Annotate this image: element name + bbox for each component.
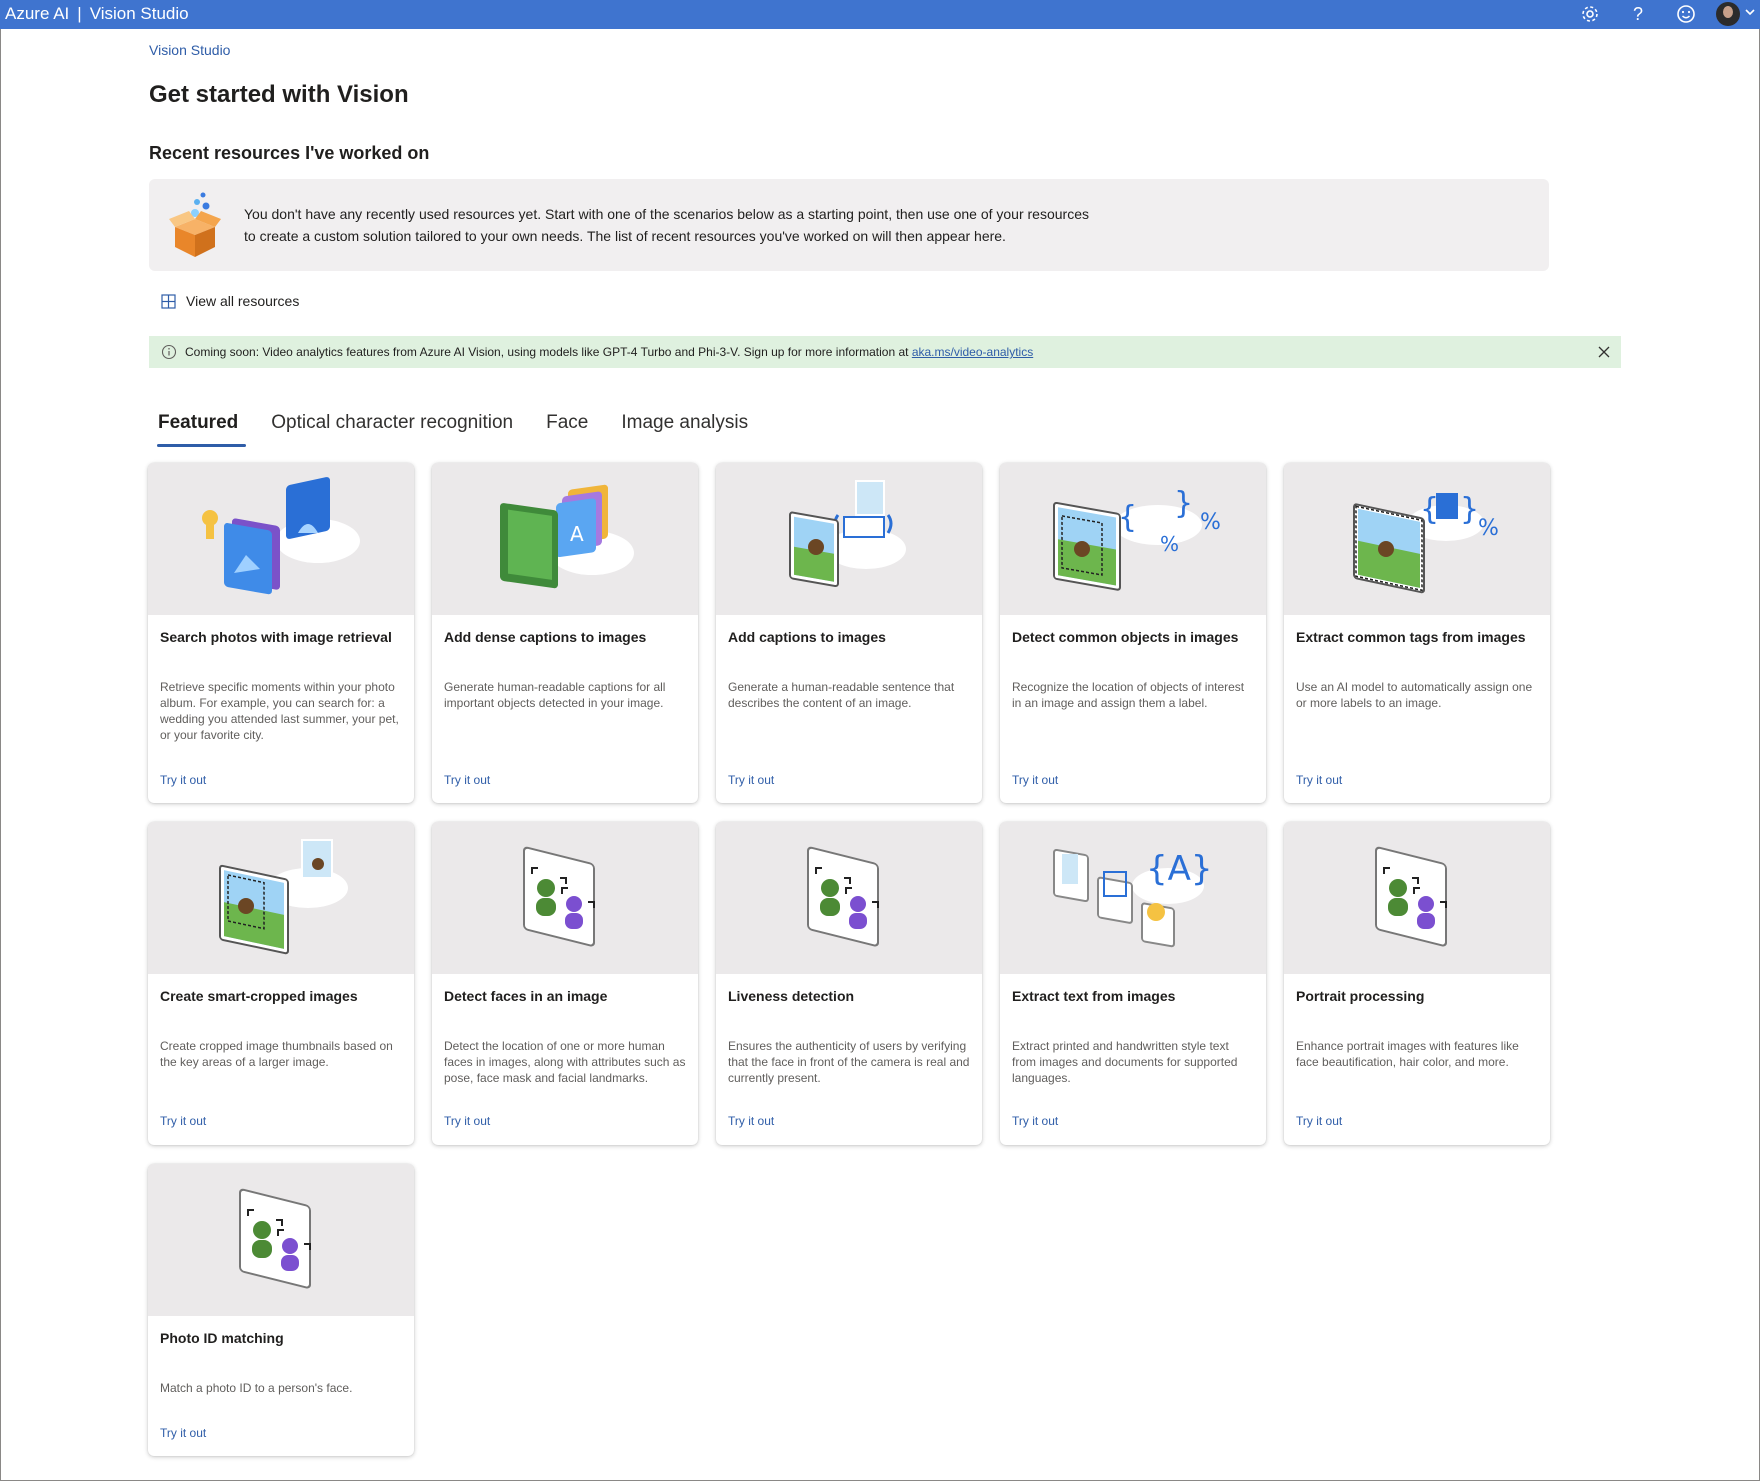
try-it-out-link[interactable]: Try it out	[160, 1426, 206, 1440]
svg-text:%: %	[1160, 532, 1179, 556]
info-icon	[161, 344, 177, 360]
feedback-smiley-icon[interactable]	[1675, 3, 1697, 25]
tab-image-analysis[interactable]: Image analysis	[612, 407, 758, 447]
image-retrieval-illustration	[148, 463, 414, 615]
card-description: Enhance portrait images with features li…	[1296, 1039, 1519, 1069]
try-it-out-link[interactable]: Try it out	[160, 773, 206, 787]
svg-text:%: %	[1200, 510, 1221, 535]
card-description: Retrieve specific moments within your ph…	[160, 680, 399, 742]
gear-icon[interactable]	[1579, 3, 1601, 25]
card-title: Detect common objects in images	[1012, 629, 1239, 645]
card-title: Create smart-cropped images	[160, 988, 358, 1004]
card-extract-text[interactable]: {A} Extract text from images Extract pri…	[1000, 822, 1266, 1145]
card-detect-objects[interactable]: { } % % Detect common objects in images …	[1000, 463, 1266, 803]
card-title: Search photos with image retrieval	[160, 629, 392, 645]
card-portrait-processing[interactable]: Portrait processing Enhance portrait ima…	[1284, 822, 1550, 1145]
card-title: Add dense captions to images	[444, 629, 647, 645]
card-description: Extract printed and handwritten style te…	[1012, 1039, 1238, 1085]
try-it-out-link[interactable]: Try it out	[1296, 1114, 1342, 1128]
tag-extraction-illustration: { } %	[1284, 463, 1550, 615]
try-it-out-link[interactable]: Try it out	[444, 1114, 490, 1128]
view-all-resources-label: View all resources	[186, 293, 300, 309]
banner-text: Coming soon: Video analytics features fr…	[185, 345, 1033, 359]
card-smart-crop[interactable]: Create smart-cropped images Create cropp…	[148, 822, 414, 1145]
card-description: Generate human-readable captions for all…	[444, 680, 666, 710]
card-search-photos[interactable]: Search photos with image retrieval Retri…	[148, 463, 414, 803]
brand-name: Azure AI	[5, 4, 70, 23]
page-title: Get started with Vision	[149, 81, 409, 108]
card-description: Detect the location of one or more human…	[444, 1039, 686, 1085]
card-description: Use an AI model to automatically assign …	[1296, 680, 1533, 710]
app-brand[interactable]: Azure AI | Vision Studio	[5, 4, 189, 24]
card-dense-captions[interactable]: A Add dense captions to images Generate …	[432, 463, 698, 803]
svg-text:%: %	[1478, 516, 1499, 541]
recent-empty-message: You don't have any recently used resourc…	[244, 203, 1124, 247]
card-description: Match a photo ID to a person's face.	[160, 1381, 353, 1395]
recent-resources-empty-state: You don't have any recently used resourc…	[149, 179, 1549, 271]
card-title: Liveness detection	[728, 988, 855, 1004]
coming-soon-banner: Coming soon: Video analytics features fr…	[149, 336, 1621, 368]
svg-text:{A}: {A}	[1146, 849, 1213, 889]
recent-empty-message-line-2: to create a custom solution tailored to …	[244, 228, 1006, 244]
banner-message: Coming soon: Video analytics features fr…	[185, 345, 912, 359]
smart-crop-illustration	[148, 822, 414, 974]
dense-captions-illustration: A	[432, 463, 698, 615]
tab-optical-character-recognition[interactable]: Optical character recognition	[262, 407, 523, 447]
captions-illustration	[716, 463, 982, 615]
card-description: Ensures the authenticity of users by ver…	[728, 1039, 970, 1085]
chevron-down-icon[interactable]	[1743, 5, 1757, 19]
svg-text:}: }	[1460, 492, 1479, 527]
card-description: Generate a human-readable sentence that …	[728, 680, 955, 710]
breadcrumb[interactable]: Vision Studio	[149, 42, 230, 58]
card-description: Recognize the location of objects of int…	[1012, 680, 1245, 710]
card-title: Extract common tags from images	[1296, 629, 1526, 645]
liveness-illustration	[716, 822, 982, 974]
card-title: Portrait processing	[1296, 988, 1425, 1004]
card-add-captions[interactable]: Add captions to images Generate a human-…	[716, 463, 982, 803]
open-box-icon	[169, 192, 221, 257]
card-photo-id-matching[interactable]: Photo ID matching Match a photo ID to a …	[148, 1164, 414, 1456]
svg-text:A: A	[570, 522, 584, 546]
card-title: Extract text from images	[1012, 988, 1176, 1004]
photo-id-illustration	[148, 1164, 414, 1316]
view-all-resources-link[interactable]: View all resources	[161, 293, 299, 309]
card-liveness-detection[interactable]: Liveness detection Ensures the authentic…	[716, 822, 982, 1145]
object-detection-illustration: { } % %	[1000, 463, 1266, 615]
portrait-illustration	[1284, 822, 1550, 974]
card-extract-tags[interactable]: { } % Extract common tags from images Us…	[1284, 463, 1550, 803]
card-description: Create cropped image thumbnails based on…	[160, 1039, 393, 1069]
recent-empty-message-line-1: You don't have any recently used resourc…	[244, 206, 1089, 222]
tab-featured[interactable]: Featured	[149, 407, 248, 447]
try-it-out-link[interactable]: Try it out	[1296, 773, 1342, 787]
try-it-out-link[interactable]: Try it out	[444, 773, 490, 787]
svg-text:}: }	[1174, 486, 1193, 521]
grid-icon	[161, 293, 176, 309]
recent-resources-heading: Recent resources I've worked on	[149, 143, 430, 163]
video-analytics-link[interactable]: aka.ms/video-analytics	[912, 345, 1033, 359]
try-it-out-link[interactable]: Try it out	[728, 1114, 774, 1128]
try-it-out-link[interactable]: Try it out	[1012, 773, 1058, 787]
try-it-out-link[interactable]: Try it out	[160, 1114, 206, 1128]
close-icon[interactable]	[1597, 345, 1611, 359]
ocr-illustration: {A}	[1000, 822, 1266, 974]
avatar[interactable]	[1716, 2, 1740, 26]
tab-face[interactable]: Face	[537, 407, 598, 447]
card-title: Add captions to images	[728, 629, 886, 645]
try-it-out-link[interactable]: Try it out	[1012, 1114, 1058, 1128]
face-detection-illustration	[432, 822, 698, 974]
brand-separator: |	[77, 4, 82, 23]
product-name: Vision Studio	[89, 4, 189, 23]
try-it-out-link[interactable]: Try it out	[728, 773, 774, 787]
card-title: Photo ID matching	[160, 1330, 284, 1346]
card-title: Detect faces in an image	[444, 988, 608, 1004]
card-detect-faces[interactable]: Detect faces in an image Detect the loca…	[432, 822, 698, 1145]
top-bar: Azure AI | Vision Studio ?	[0, 0, 1760, 29]
scenario-tabs: Featured Optical character recognition F…	[149, 407, 772, 447]
help-icon[interactable]: ?	[1627, 3, 1649, 25]
